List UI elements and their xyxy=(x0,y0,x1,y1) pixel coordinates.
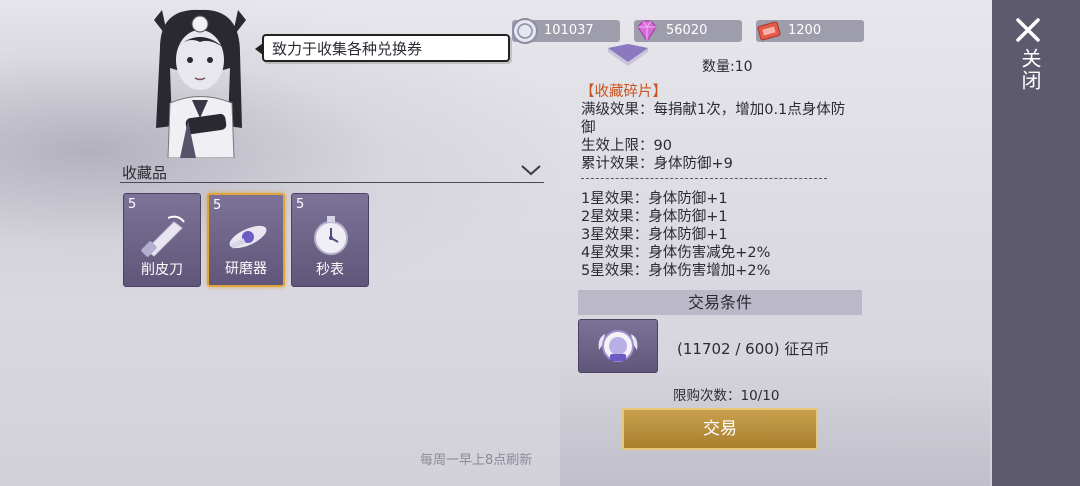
collection-header[interactable]: 收藏品 xyxy=(120,160,544,183)
trade-button[interactable]: 交易 xyxy=(622,408,818,450)
collection-item-grinder[interactable]: 5 研磨器 xyxy=(207,193,285,287)
currency-diamond: 56020 xyxy=(634,20,742,42)
star-effect-5: 5星效果：身体伤害增加+2% xyxy=(581,263,771,279)
trade-cost: (11702 / 600) 征召币 xyxy=(677,340,830,358)
peeler-knife-icon xyxy=(141,215,185,257)
cumulative-effect: 累计效果：身体防御+9 xyxy=(581,156,733,172)
full-effect-line-1: 满级效果：每捐献1次，增加0.1点身体防 xyxy=(581,102,846,118)
ticket-icon xyxy=(757,21,781,41)
collection-title: 收藏品 xyxy=(122,164,168,182)
collection-item-peeler[interactable]: 5 削皮刀 xyxy=(123,193,201,287)
currency-silver: 101037 xyxy=(512,18,620,44)
close-label[interactable]: 关闭 xyxy=(1016,48,1045,92)
currency-value: 56020 xyxy=(666,23,708,38)
collection-item-stopwatch[interactable]: 5 秒表 xyxy=(291,193,369,287)
stopwatch-icon xyxy=(314,216,348,255)
recruit-coin-slot[interactable] xyxy=(578,319,658,373)
quantity-label: 数量:10 xyxy=(702,59,753,75)
silver-coin-icon xyxy=(512,18,538,44)
character-portrait xyxy=(154,9,246,158)
speech-bubble: 致力于收集各种兑换券 xyxy=(255,34,510,62)
item-count: 5 xyxy=(128,197,137,212)
recruit-coin-icon xyxy=(598,330,638,362)
chevron-down-icon[interactable] xyxy=(520,162,542,178)
refresh-note: 每周一早上8点刷新 xyxy=(420,453,533,468)
item-name: 削皮刀 xyxy=(141,262,183,278)
item-name: 研磨器 xyxy=(225,261,267,277)
item-count: 5 xyxy=(296,197,305,212)
currency-value: 101037 xyxy=(544,23,594,38)
diamond-icon xyxy=(637,20,657,42)
grinder-icon xyxy=(229,225,267,249)
close-sidebar[interactable]: 关闭 xyxy=(992,0,1080,486)
trade-conditions-header: 交易条件 xyxy=(578,290,862,315)
item-count: 5 xyxy=(213,198,222,213)
fragment-icon xyxy=(608,44,648,66)
currency-value: 1200 xyxy=(788,23,822,38)
purchase-limit: 限购次数：10/10 xyxy=(673,388,780,404)
divider xyxy=(581,178,827,179)
item-name: 秒表 xyxy=(316,262,344,278)
close-icon[interactable] xyxy=(1014,16,1042,44)
currency-ticket: 1200 xyxy=(756,20,864,42)
